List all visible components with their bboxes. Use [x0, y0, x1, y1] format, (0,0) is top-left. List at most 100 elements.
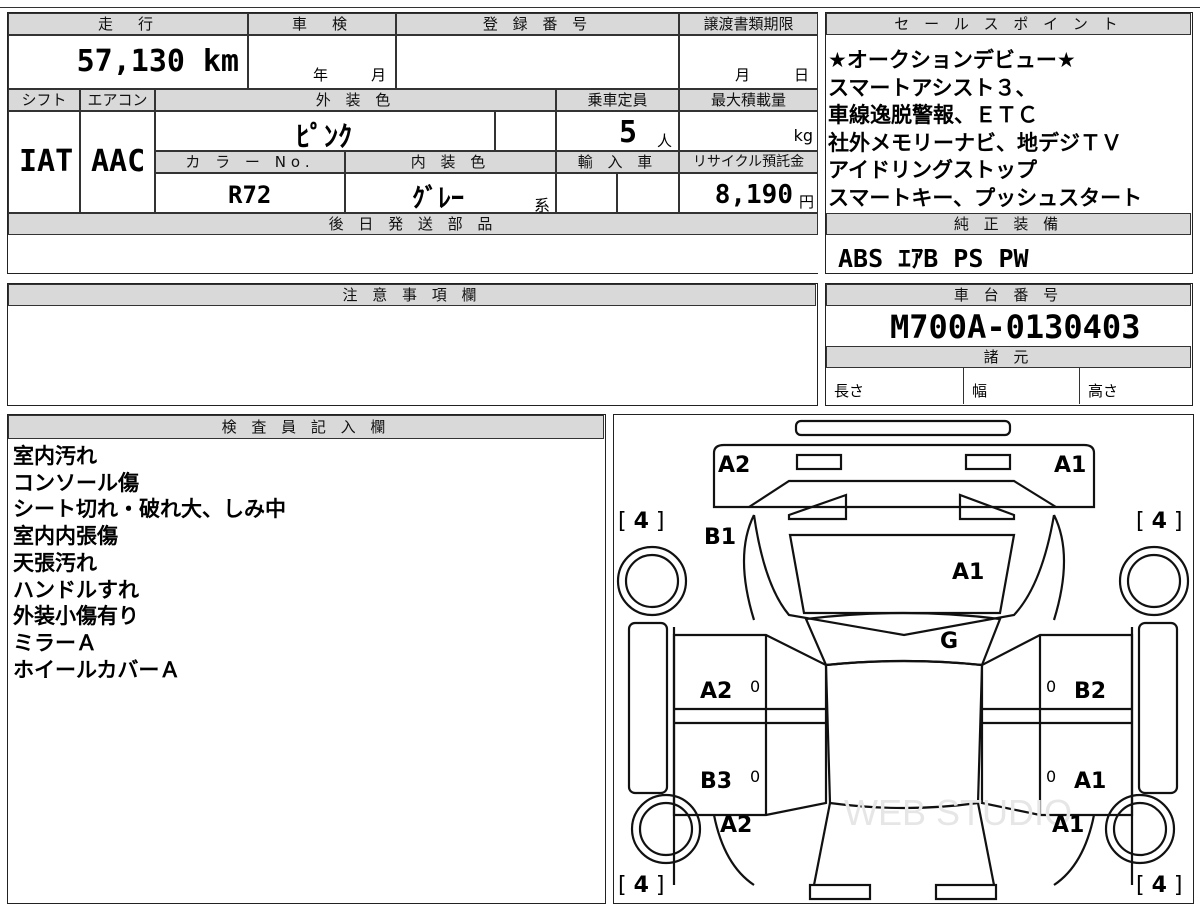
car-diagram-box: WEB STUDIO A2 A1 B1 A1 G A2 B2 B3 A1 A2 … — [613, 414, 1194, 904]
exterior-color-extra — [495, 111, 556, 151]
tire-rear-right: [ 4 ] — [1136, 873, 1183, 898]
capacity-header: 乗車定員 — [556, 89, 679, 111]
mileage-header: 走 行 — [8, 13, 248, 35]
registration-cell — [396, 35, 679, 89]
door-rear-right-grade: A1 — [1074, 769, 1107, 794]
sales-point-line: スマートキー、プッシュスタート — [828, 185, 1143, 210]
inspector-header: 検 査 員 記 入 欄 — [8, 415, 604, 439]
exterior-color-header: 外 装 色 — [155, 89, 556, 111]
recycle-deposit-value: 8,190 — [714, 180, 793, 210]
ac-header: エアコン — [80, 89, 155, 111]
shaken-month: 月 — [371, 66, 387, 84]
zero-mark: 0 — [1046, 677, 1057, 696]
max-load-cell: kg — [679, 111, 818, 151]
shift-cell: IAT — [8, 111, 80, 213]
caution-header: 注 意 事 項 欄 — [8, 284, 816, 306]
top-strip — [0, 0, 1200, 8]
shaken-cell: 年 月 — [248, 35, 396, 89]
inspector-note: ハンドルすれ — [13, 577, 139, 602]
tire-rear-right-value: 4 — [1151, 873, 1167, 898]
shift-value: IAT — [19, 144, 74, 179]
transfer-deadline-cell: 月 日 — [679, 35, 818, 89]
color-no-cell: R72 — [155, 173, 345, 213]
inspector-note: 室内内張傷 — [13, 524, 118, 549]
import-cell-1 — [556, 173, 617, 213]
zero-mark: 0 — [750, 677, 761, 696]
interior-color-header: 内 装 色 — [345, 151, 556, 173]
windshield-grade: A1 — [952, 560, 985, 585]
door-rear-left-grade: B3 — [700, 769, 733, 794]
recycle-deposit-unit: 円 — [798, 193, 814, 211]
tire-front-left-value: 4 — [633, 509, 649, 534]
later-parts-header: 後 日 発 送 部 品 — [8, 213, 818, 235]
hood-left-grade: B1 — [704, 525, 737, 550]
recycle-deposit-header: リサイクル預託金 — [679, 151, 818, 173]
tire-rear-left-value: 4 — [633, 873, 649, 898]
tire-front-right: [ 4 ] — [1136, 509, 1183, 534]
spec-height-label: 高さ — [1088, 382, 1119, 400]
vehicle-info-table: 走 行 車 検 登 録 番 号 譲渡書類期限 57,130 km 年 月 月 日… — [7, 12, 818, 274]
ac-cell: AAC — [80, 111, 155, 213]
interior-color-cell: ｸﾞﾚｰ 系 — [345, 173, 556, 215]
exterior-color-cell: ﾋﾟﾝｸ — [155, 111, 495, 153]
max-load-unit: kg — [793, 126, 813, 145]
ac-value: AAC — [91, 144, 146, 179]
inspector-note: ミラーＡ — [13, 630, 97, 655]
shaken-year: 年 — [313, 66, 329, 84]
inspector-note: シート切れ・破れ大、しみ中 — [13, 497, 286, 522]
transfer-deadline-header: 譲渡書類期限 — [679, 13, 818, 35]
capacity-cell: 5 人 — [556, 111, 679, 151]
zero-mark: 0 — [1046, 767, 1057, 786]
equipment-header: 純 正 装 備 — [826, 213, 1191, 235]
front-left-grade: A2 — [718, 453, 751, 478]
max-load-header: 最大積載量 — [679, 89, 818, 111]
sales-point-line: スマートアシスト３、 — [828, 75, 1037, 100]
exterior-color-value: ﾋﾟﾝｸ — [296, 120, 353, 153]
sales-point-box: セ ー ル ス ポ イ ン ト ★オークションデビュー★ スマートアシスト３、 … — [825, 12, 1193, 274]
tire-front-left: [ 4 ] — [618, 509, 665, 534]
sales-point-line: アイドリングストップ — [828, 158, 1037, 182]
chassis-box: 車 台 番 号 M700A-0130403 諸 元 長さ 幅 高さ — [825, 283, 1193, 406]
mileage-value: 57,130 — [76, 44, 185, 79]
caution-box: 注 意 事 項 欄 — [7, 283, 818, 406]
interior-color-value: ｸﾞﾚｰ — [412, 184, 465, 214]
transfer-day: 日 — [794, 66, 810, 84]
equipment-value: ABS ｴｱB PS PW — [838, 244, 1029, 273]
chassis-number-header: 車 台 番 号 — [826, 284, 1191, 306]
chassis-number-value: M700A-0130403 — [890, 308, 1141, 346]
mileage-cell: 57,130 km — [8, 35, 248, 89]
inspector-note: 外装小傷有り — [13, 604, 139, 629]
registration-header: 登 録 番 号 — [396, 13, 679, 35]
inspector-note: 天張汚れ — [13, 550, 97, 575]
tire-rear-left: [ 4 ] — [618, 873, 665, 898]
front-right-grade: A1 — [1054, 453, 1087, 478]
spec-length: 長さ — [826, 368, 964, 404]
rear-right-grade: A1 — [1052, 813, 1085, 838]
sales-point-lines: ★オークションデビュー★ スマートアシスト３、 車線逸脱警報、ＥＴＣ 社外メモリ… — [828, 47, 1142, 212]
tire-front-right-value: 4 — [1151, 509, 1167, 534]
recycle-deposit-cell: 8,190 円 — [679, 173, 818, 213]
inspector-note: コンソール傷 — [13, 470, 139, 495]
sales-point-line: 車線逸脱警報、ＥＴＣ — [828, 103, 1038, 127]
spec-height: 高さ — [1080, 368, 1191, 404]
import-cell-2 — [617, 173, 679, 213]
capacity-value: 5 — [619, 115, 638, 150]
diagram-watermark: WEB STUDIO — [844, 792, 1072, 833]
car-diagram: WEB STUDIO — [616, 419, 1190, 901]
zero-mark: 0 — [750, 767, 761, 786]
transfer-month: 月 — [735, 66, 751, 84]
spec-width: 幅 — [964, 368, 1080, 404]
roof-grade: G — [940, 629, 959, 654]
color-no-value: R72 — [228, 181, 272, 209]
sales-point-header: セ ー ル ス ポ イ ン ト — [826, 13, 1191, 35]
capacity-unit: 人 — [657, 132, 673, 150]
inspector-note: ホイールカバーＡ — [13, 657, 181, 682]
rear-left-grade: A2 — [720, 813, 753, 838]
spec-width-label: 幅 — [972, 382, 988, 400]
mileage-unit: km — [202, 44, 239, 79]
inspector-note: 室内汚れ — [13, 444, 97, 468]
color-no-header: カ ラ ー No. — [155, 151, 345, 173]
sales-point-line: ★オークションデビュー★ — [828, 48, 1076, 72]
spec-length-label: 長さ — [834, 382, 865, 400]
later-parts-cell — [8, 235, 818, 273]
